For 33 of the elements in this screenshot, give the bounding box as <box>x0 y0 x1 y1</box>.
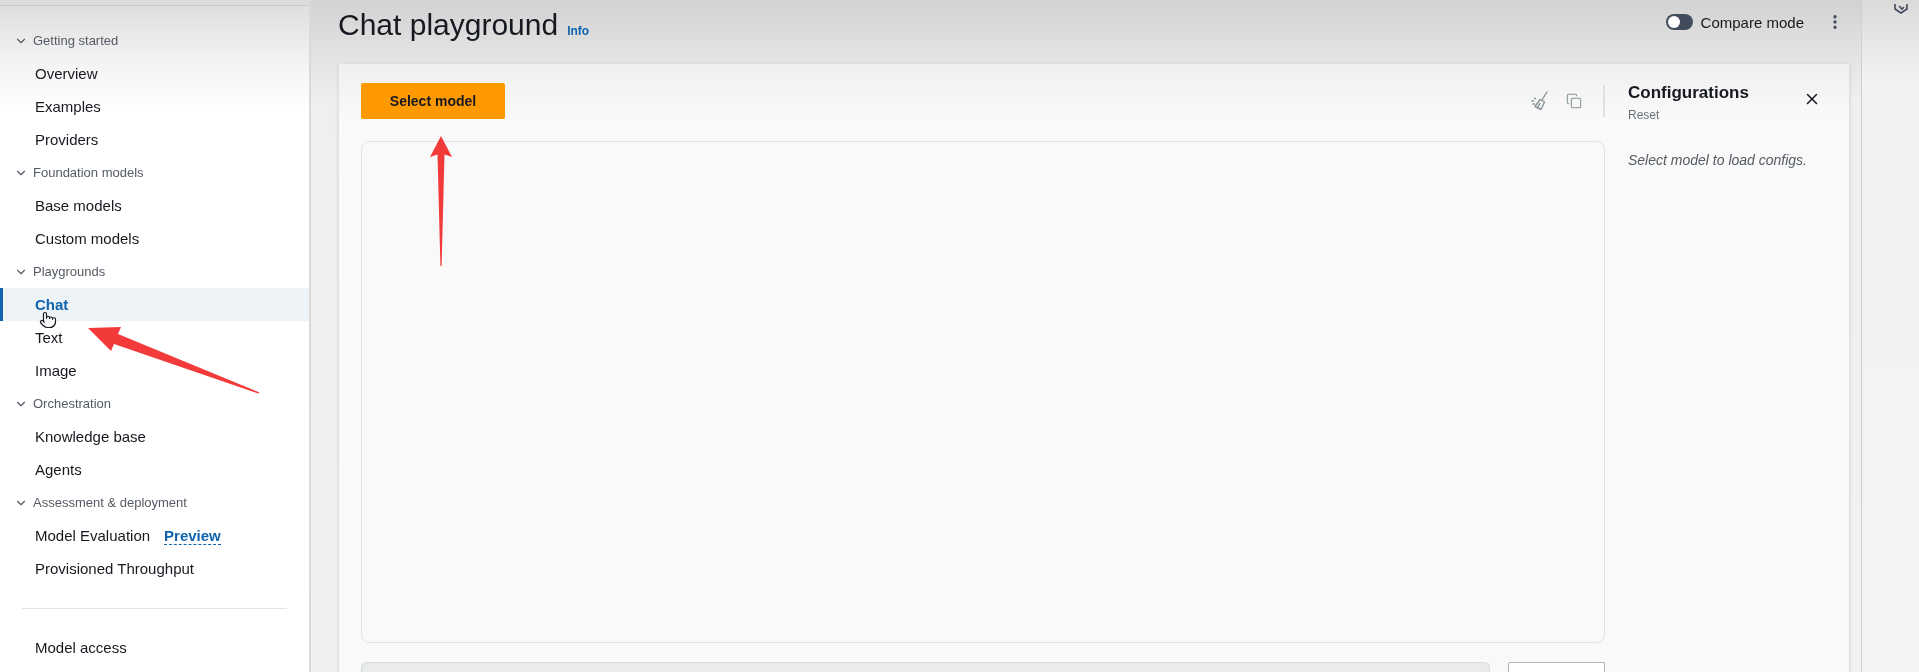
section-header[interactable]: Playgrounds <box>0 255 309 288</box>
preview-link[interactable]: Preview <box>164 526 221 545</box>
nav-link[interactable]: Image <box>0 354 309 387</box>
info-link[interactable]: Info <box>567 24 590 38</box>
section-header[interactable]: Orchestration <box>0 387 309 420</box>
broom-icon[interactable] <box>1531 91 1549 111</box>
action-button[interactable] <box>1508 662 1605 672</box>
panel-title: Configurations <box>1628 83 1749 103</box>
nav-link[interactable]: Text <box>0 321 309 354</box>
nav-link[interactable]: Examples <box>0 90 309 123</box>
nav-link[interactable]: Agents <box>0 453 309 486</box>
nav-link[interactable]: Model Evaluation Preview <box>0 519 309 552</box>
nav-link[interactable]: Chat <box>0 288 309 321</box>
section-header[interactable]: Foundation models <box>0 156 309 189</box>
copy-icon[interactable] <box>1566 93 1582 109</box>
nav-link[interactable]: Base models <box>0 189 309 222</box>
nav-link[interactable]: Overview <box>0 57 309 90</box>
nav-link[interactable]: Knowledge base <box>0 420 309 453</box>
empty-message: Select model to load configs. <box>1628 151 1808 170</box>
reset-link[interactable]: Reset <box>1628 107 1749 123</box>
hand-cursor-icon <box>39 311 57 329</box>
nav-link[interactable]: Provisioned Throughput <box>0 552 309 585</box>
toggle-switch[interactable] <box>1665 14 1693 30</box>
section-header[interactable]: Getting started <box>0 24 309 57</box>
section-header[interactable]: Assessment & deployment <box>0 486 309 519</box>
nav-link[interactable]: Custom models <box>0 222 309 255</box>
toggle-label: Compare mode <box>1700 13 1804 31</box>
page-title: Chat playground <box>338 7 559 43</box>
message-input-field[interactable] <box>361 662 1490 672</box>
hexagon-icon <box>1894 4 1908 14</box>
select-model-button[interactable]: Select model <box>361 83 505 119</box>
nav-link[interactable]: Model access <box>0 631 309 664</box>
nav-link[interactable]: Providers <box>0 123 309 156</box>
